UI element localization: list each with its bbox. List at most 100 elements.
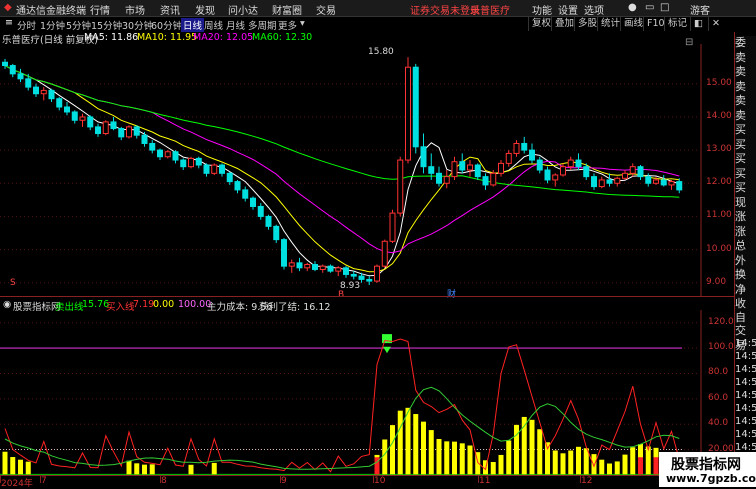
indicator-bar [25,461,31,475]
indicator-gear-icon[interactable]: ◉ [3,299,11,310]
candlestick-chart [0,44,702,296]
menu-youke[interactable]: 游客 [690,2,710,17]
finance-marker: 财 [447,290,457,300]
date-tick-label: 11 [479,476,491,486]
candle-body [64,106,70,113]
indicator-bar [390,425,395,475]
watermark-title: 股票指标网 [671,457,741,473]
btn-biaoji[interactable]: 标记 [664,17,690,31]
indicator-bar [436,438,442,475]
menu-item-caifuquan[interactable]: 财富圈 [272,2,302,17]
period-menu-icon[interactable]: ≡ [5,17,13,28]
indicator-tick-label: 40.0 [708,418,729,429]
candle-body [234,181,241,191]
candle-body [660,179,667,186]
indicator-chart [0,310,702,475]
high-annotation: 15.80 [368,47,394,57]
candle-body [48,89,55,100]
period-60min[interactable]: 60分钟 [151,18,182,32]
indicator-bar [405,407,411,475]
indicator-bar [397,410,403,475]
period-fenshi[interactable]: 分时 [17,18,36,32]
period-30min[interactable]: 30分钟 [122,18,153,32]
candle-body [141,134,148,144]
indicator-bar [560,453,566,475]
candle-body [273,225,280,241]
indicator-tick-label: 60.0 [708,392,729,403]
date-tick-label: 9 [281,476,287,486]
panel-left-icon[interactable]: ◧ [690,17,706,31]
candle-body [381,240,388,267]
indicator-bar [126,460,132,475]
period-monthly[interactable]: 月线 [226,18,245,32]
candle-body [79,116,86,121]
period-daily[interactable]: 日线 [181,18,205,32]
ma5-label: MA5: 11.86 [84,32,139,43]
candle-body [180,159,187,168]
indicator-bar [591,454,597,475]
indicator-bar [529,419,535,475]
candle-body [312,264,318,270]
candle-body [87,116,94,128]
menu-xuanxiang[interactable]: 选项 [584,2,604,17]
menu-item-wenxiaoda[interactable]: 问小达 [228,2,258,17]
menu-item-faxian[interactable]: 发现 [195,2,215,17]
indicator-tick-label: 100.0 [708,342,734,353]
candle-body [2,61,8,67]
candle-body [567,159,574,168]
candle-body [110,121,117,130]
indicator-bar [506,440,512,475]
candle-body [529,149,535,161]
candle-body [428,166,435,174]
price-tick-label: 9.00 [706,276,727,287]
app-logo-icon: ◆ [4,2,12,13]
period-1min[interactable]: 1分钟 [40,18,65,32]
menu-item-shichang[interactable]: 市场 [125,2,145,17]
candle-body [420,146,427,168]
close-icon[interactable]: ✕ [708,17,723,31]
date-tick [160,475,161,483]
watermark-badge: 股票指标网 www.7gpzb.com [659,452,756,487]
candle-body [645,176,652,184]
tick-time: 14:50 [735,377,756,388]
value-zero: 0.00 [153,299,175,310]
indicator-bar [630,447,636,475]
candle-body [498,162,504,174]
user-icon[interactable]: ● [628,2,637,13]
indicator-bar [452,441,457,475]
period-multi[interactable]: 多周期 [248,18,277,32]
price-tick-label: 10.00 [706,243,732,254]
period-weekly[interactable]: 周线 [204,18,223,32]
candle-body [436,172,442,184]
tick-time: 14:50 [735,338,756,349]
more-chevron-icon[interactable]: ▾ [300,18,305,29]
minimize-icon[interactable]: ▭ [645,2,654,13]
price-tick-label: 14.00 [706,110,732,121]
menu-gongneng[interactable]: 功能 [532,2,552,17]
menu-bar: ◆ 通达信金融终端 行情 市场 资讯 发现 问小达 财富圈 交易 证券交易未登录… [0,0,756,17]
candle-body [95,126,101,135]
date-tick-label: 10 [374,476,386,486]
date-tick [580,475,581,483]
candle-body [149,142,156,151]
menu-item-hangqing[interactable]: 行情 [90,2,110,17]
menu-shezhi[interactable]: 设置 [558,2,578,17]
buy-line-value: 7.19 [133,299,155,310]
watermark-url: www.7gpzb.com [666,472,756,485]
period-5min[interactable]: 5分钟 [66,18,91,32]
date-tick [280,475,281,483]
candle-body [536,159,543,171]
indicator-bar [459,443,465,475]
period-15min[interactable]: 15分钟 [91,18,122,32]
maximize-icon[interactable]: □ [660,2,669,13]
date-tick-label: 7 [41,476,47,486]
indicator-bar [413,414,419,475]
candle-body [250,197,256,207]
menu-item-zixun[interactable]: 资讯 [160,2,180,17]
indicator-bar [552,450,558,475]
period-more[interactable]: 更多 [278,18,297,32]
indicator-tick-label: 80.0 [708,367,729,378]
ma60-label: MA60: 12.30 [252,32,313,43]
ma5-line [4,65,680,277]
menu-item-jiaoyi[interactable]: 交易 [316,2,336,17]
